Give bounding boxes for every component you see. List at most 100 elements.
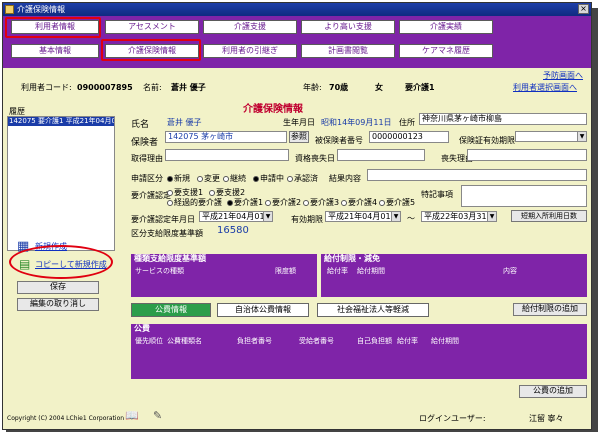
nav-user-transfer[interactable]: 利用者の引継ぎ: [203, 44, 297, 58]
tab-welfare-reduction[interactable]: 社会福祉法人等軽減: [317, 303, 429, 317]
history-item[interactable]: 142075 要介護1 平成21年04月01日: [8, 117, 114, 126]
save-button[interactable]: 保存: [17, 281, 99, 294]
address-value: 神奈川県茅ヶ崎市柳島: [422, 114, 502, 123]
cert-valid-select[interactable]: ▼: [515, 131, 587, 142]
name-field-value: 蒼井 優子: [167, 118, 202, 127]
insurer-value: 142075 茅ヶ崎市: [168, 132, 234, 141]
care3-opt[interactable]: 要介護3: [303, 197, 339, 208]
nav-higher-support[interactable]: より高い支援: [301, 20, 395, 34]
chevron-down-icon: ▼: [391, 212, 400, 221]
insured-no-field[interactable]: 0000000123: [369, 131, 449, 143]
name-label: 名前:: [143, 83, 162, 92]
title-bar: 介護保険情報 ×: [3, 3, 591, 16]
care-level-value: 要介護1: [405, 83, 435, 92]
apply-opt-change[interactable]: 変更: [197, 173, 220, 184]
ref-button[interactable]: 参照: [289, 131, 309, 143]
public-add-button[interactable]: 公費の追加: [519, 385, 587, 398]
public-col-payer: 負担者番号: [237, 337, 272, 345]
login-label: ログインユーザー:: [419, 414, 486, 423]
radio-icon: [197, 175, 203, 182]
care-cert-label: 要介護認定: [131, 191, 171, 200]
close-button[interactable]: ×: [578, 4, 589, 14]
sex-value: 女: [375, 83, 383, 92]
valid-to-select[interactable]: 平成22年03月31日 ▼: [421, 211, 497, 222]
acquire-reason-field[interactable]: [165, 149, 289, 161]
apply-opt-approved[interactable]: 承認済: [287, 173, 318, 184]
chevron-down-icon: ▼: [577, 132, 586, 141]
history-list[interactable]: 142075 要介護1 平成21年04月01日: [7, 116, 115, 251]
radio-icon: [253, 175, 259, 182]
care1-opt[interactable]: 要介護1: [227, 197, 263, 208]
birth-label: 生年月日: [283, 118, 315, 127]
cert-valid-label: 保険証有効期限: [459, 136, 515, 145]
highlight-insurance-info: [101, 39, 201, 61]
public-col-type: 公費種類名: [167, 337, 202, 345]
transition-opt[interactable]: 経過的要介護: [167, 197, 222, 208]
insurer-label: 保険者: [131, 138, 159, 148]
qualify-date-label: 資格喪失日: [295, 154, 335, 163]
special-label: 特記事項: [421, 190, 453, 199]
benefit-col-rate: 給付率: [327, 267, 348, 275]
radio-icon: [167, 199, 173, 206]
care5-opt[interactable]: 要介護5: [379, 197, 415, 208]
service-table-title: 種類支給限度基準額: [131, 254, 317, 265]
apply-opt-continue[interactable]: 継続: [223, 173, 246, 184]
chevron-down-icon: ▼: [487, 212, 496, 221]
pen-icon: ✎: [153, 409, 163, 422]
benefit-table-title: 給付制限・減免: [321, 254, 587, 265]
service-col-type: サービスの種類: [135, 267, 184, 275]
limit-label: 区分支給限度基準額: [131, 229, 203, 238]
public-col-rate: 給付率: [397, 337, 418, 345]
address-field[interactable]: 神奈川県茅ヶ崎市柳島: [419, 113, 587, 125]
insurer-field[interactable]: 142075 茅ヶ崎市: [165, 131, 287, 143]
nav-plan-view[interactable]: 計画書閲覧: [301, 44, 395, 58]
care2-opt[interactable]: 要介護2: [265, 197, 301, 208]
radio-icon: [341, 199, 347, 206]
public-col-self-pay: 自己負担額: [357, 337, 392, 345]
tab-public-info[interactable]: 公費情報: [131, 303, 211, 317]
app-window: 介護保険情報 × 利用者情報 アセスメント 介護支援 より高い支援 介護実績 基…: [2, 2, 592, 430]
cancel-edit-button[interactable]: 編集の取り消し: [17, 298, 99, 311]
nav-care-support[interactable]: 介護支援: [203, 20, 297, 34]
result-field[interactable]: [367, 169, 587, 181]
nav-assessment[interactable]: アセスメント: [105, 20, 199, 34]
valid-from-select[interactable]: 平成21年04月01日 ▼: [325, 211, 401, 222]
radio-icon: [227, 199, 233, 206]
nav-caremanager-history[interactable]: ケアマネ履歴: [399, 44, 493, 58]
user-code-label: 利用者コード:: [21, 83, 72, 92]
acquire-reason-label: 取得理由: [131, 154, 163, 163]
prev-screen-link[interactable]: 予防画面へ: [543, 70, 583, 81]
service-col-limit: 限度額: [275, 267, 296, 275]
benefit-add-button[interactable]: 給付制限の追加: [513, 303, 587, 316]
apply-opt-pending[interactable]: 申請中: [253, 173, 284, 184]
limit-value: 16580: [217, 225, 249, 236]
insured-no-label: 被保険者番号: [315, 136, 363, 145]
age-label: 年齢:: [303, 83, 322, 92]
app-icon: [5, 5, 14, 14]
age-value: 70歳: [329, 83, 349, 92]
copyright: Copyright (C) 2004 LChie1 Corporation: [7, 415, 125, 422]
user-name: 蒼井 優子: [171, 83, 206, 92]
user-info-bar: 利用者コード: 0900007895 名前: 蒼井 優子 年齢: 70歳 女 要…: [3, 81, 591, 95]
apply-opt-new[interactable]: 新規: [167, 173, 190, 184]
tab-municipal-info[interactable]: 自治体公費情報: [217, 303, 309, 317]
public-col-recipient: 受給者番号: [299, 337, 334, 345]
short-stay-button[interactable]: 短期入所利用日数: [511, 210, 587, 222]
nav-basic-info[interactable]: 基本情報: [11, 44, 99, 58]
benefit-col-content: 内容: [503, 267, 517, 275]
tilde: ～: [407, 214, 415, 223]
section-title: 介護保険情報: [243, 104, 303, 115]
highlight-user-info: [5, 17, 101, 38]
user-select-link[interactable]: 利用者選択画面へ: [513, 81, 577, 95]
public-table-title: 公費: [131, 324, 587, 335]
cert-date-select[interactable]: 平成21年04月01日 ▼: [199, 211, 273, 222]
special-field[interactable]: [461, 185, 587, 207]
apply-label: 申請区分: [131, 174, 163, 183]
radio-icon: [303, 199, 309, 206]
care4-opt[interactable]: 要介護4: [341, 197, 377, 208]
nav-care-record[interactable]: 介護実績: [399, 20, 493, 34]
benefit-col-period: 給付期間: [357, 267, 385, 275]
chevron-down-icon: ▼: [263, 212, 272, 221]
qualify-date-field[interactable]: [337, 149, 425, 161]
loss-reason-field[interactable]: [467, 149, 587, 161]
